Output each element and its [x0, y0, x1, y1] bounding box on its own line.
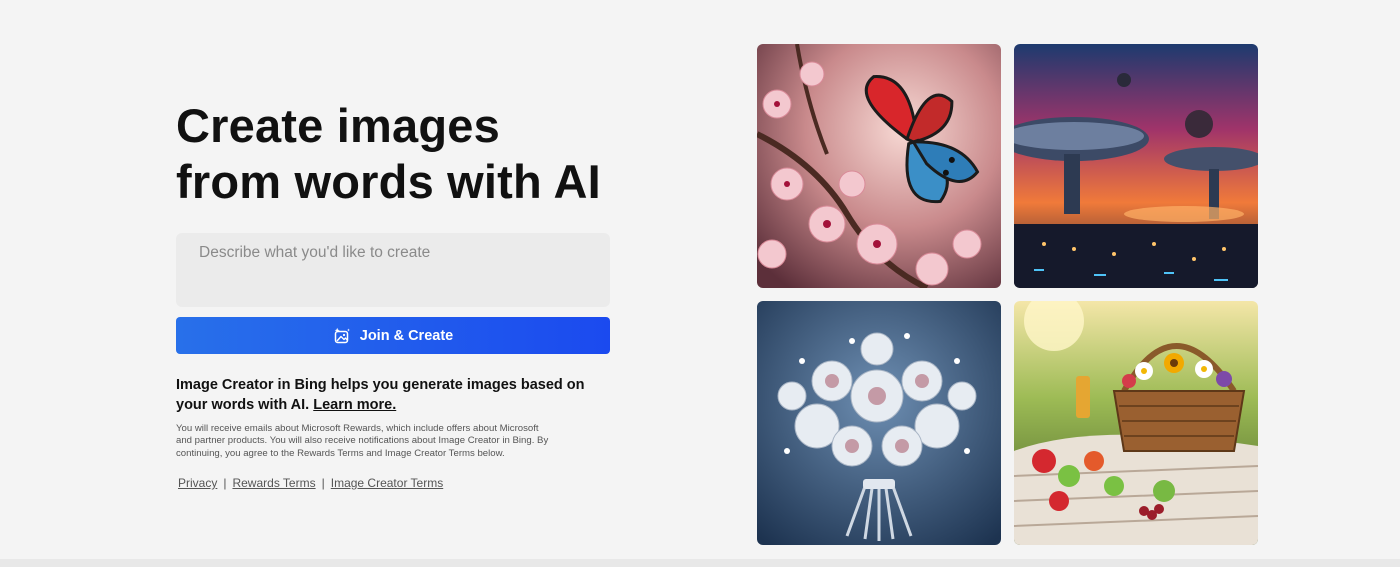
learn-more-link[interactable]: Learn more.	[313, 397, 396, 413]
image-sparkle-icon	[333, 327, 351, 345]
image-creator-terms-link[interactable]: Image Creator Terms	[331, 476, 443, 490]
description: Image Creator in Bing helps you generate…	[176, 376, 596, 415]
picnic-basket-meadow-image[interactable]	[1014, 301, 1258, 545]
join-and-create-button[interactable]: Join & Create	[176, 317, 610, 354]
page: Create images from words with AI Join & …	[0, 0, 1400, 559]
privacy-link[interactable]: Privacy	[178, 476, 217, 490]
butterfly-cherry-blossom-image[interactable]	[757, 44, 1001, 288]
link-separator: |	[223, 476, 227, 490]
bottom-divider	[0, 559, 1400, 567]
link-separator: |	[321, 476, 325, 490]
prompt-input[interactable]	[176, 233, 610, 307]
futuristic-space-city-image[interactable]	[1014, 44, 1258, 288]
join-and-create-label: Join & Create	[359, 327, 454, 344]
footer-links: Privacy | Rewards Terms | Image Creator …	[178, 476, 443, 490]
silver-flower-bouquet-image[interactable]	[757, 301, 1001, 545]
fine-print: You will receive emails about Microsoft …	[176, 423, 549, 459]
hero-section: Create images from words with AI Join & …	[176, 98, 616, 490]
page-title: Create images from words with AI	[176, 99, 601, 208]
rewards-terms-link[interactable]: Rewards Terms	[232, 476, 315, 490]
